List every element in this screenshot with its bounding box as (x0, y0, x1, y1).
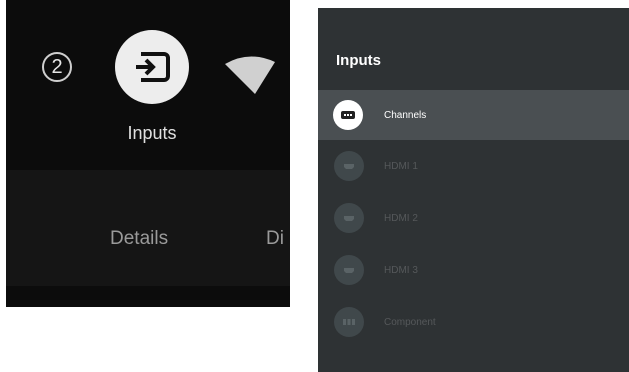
details-tab[interactable]: Details (110, 228, 168, 250)
display-tab[interactable]: Di (266, 228, 284, 250)
input-source-icon (136, 52, 170, 82)
hdmi-icon (334, 151, 364, 181)
inputs-list: Channels HDMI 1 HDMI 2 HDMI 3 Component (318, 90, 629, 348)
inputs-menu-panel: Inputs Channels HDMI 1 HDMI 2 HDMI 3 Com… (318, 8, 629, 372)
wifi-icon[interactable] (221, 46, 277, 102)
input-item-label: HDMI 2 (384, 212, 418, 224)
input-item-hdmi1[interactable]: HDMI 1 (318, 140, 629, 192)
inputs-label: Inputs (127, 123, 177, 143)
panel-title: Inputs (336, 52, 381, 69)
input-item-hdmi3[interactable]: HDMI 3 (318, 244, 629, 296)
input-item-component[interactable]: Component (318, 296, 629, 348)
input-item-label: HDMI 1 (384, 160, 418, 172)
inputs-button[interactable] (115, 30, 189, 104)
input-item-label: Channels (384, 109, 427, 121)
component-icon (334, 307, 364, 337)
input-item-channels[interactable]: Channels (318, 90, 629, 140)
hdmi-icon (334, 255, 364, 285)
home-panel: 2 Inputs Details Di (6, 0, 290, 307)
tv-icon (333, 100, 363, 130)
notification-count-badge[interactable]: 2 (42, 52, 72, 82)
input-item-hdmi2[interactable]: HDMI 2 (318, 192, 629, 244)
input-item-label: Component (384, 316, 436, 328)
input-item-label: HDMI 3 (384, 264, 418, 276)
hdmi-icon (334, 203, 364, 233)
